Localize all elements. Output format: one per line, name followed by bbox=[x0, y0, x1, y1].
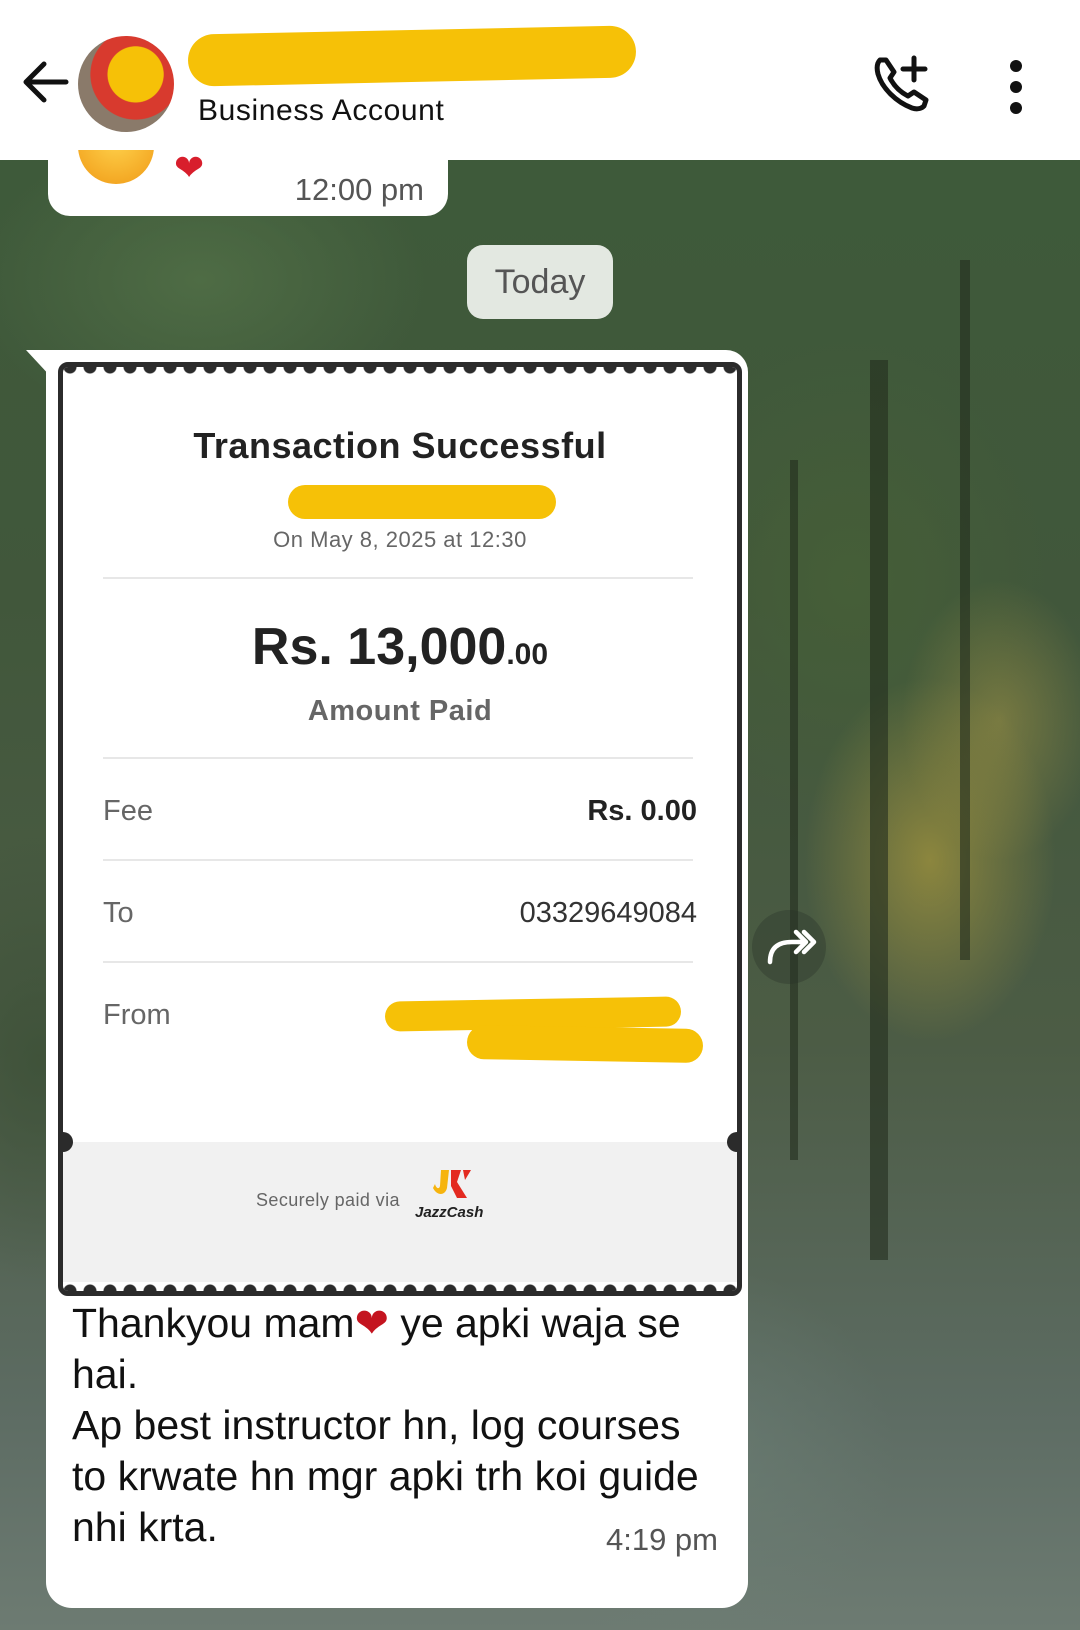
divider bbox=[103, 859, 693, 861]
divider bbox=[103, 577, 693, 579]
previous-message-bubble[interactable]: ❤ 12:00 pm bbox=[48, 150, 448, 216]
fee-label: Fee bbox=[103, 795, 153, 827]
forward-icon bbox=[767, 929, 817, 965]
receipt-image[interactable]: Transaction Successful On May 8, 2025 at… bbox=[58, 362, 742, 1296]
add-call-icon bbox=[874, 55, 929, 112]
contact-subtitle: Business Account bbox=[198, 94, 445, 127]
sender-number-redacted bbox=[466, 1024, 704, 1064]
divider bbox=[103, 757, 693, 759]
back-arrow-icon bbox=[23, 61, 69, 103]
tree-trunk bbox=[870, 360, 888, 1260]
transaction-id-redacted bbox=[288, 485, 556, 519]
amount-paid-value: Rs. 13,000.00 bbox=[251, 618, 549, 676]
receipt-title: Transaction Successful bbox=[193, 425, 607, 466]
to-value: 03329649084 bbox=[519, 897, 697, 929]
tree-trunk bbox=[960, 260, 970, 960]
more-options-button[interactable] bbox=[998, 52, 1038, 122]
message-time: 12:00 pm bbox=[294, 172, 424, 207]
jazzcash-brand-text: JazzCash bbox=[415, 1204, 484, 1221]
receipt-scallop-edge bbox=[63, 367, 737, 381]
divider bbox=[103, 961, 693, 963]
receipt-notch bbox=[727, 1132, 737, 1152]
message-caption: Thankyou mam❤ ye apki waja se hai. Ap bes… bbox=[72, 1300, 699, 1550]
jazzcash-logo: JazzCash bbox=[415, 1166, 487, 1226]
message-time: 4:19 pm bbox=[605, 1522, 718, 1557]
date-separator: Today bbox=[467, 245, 613, 319]
jazzcash-mark-icon bbox=[433, 1170, 471, 1198]
chat-header: Business Account bbox=[0, 0, 1080, 160]
forward-button[interactable] bbox=[752, 910, 826, 984]
tree-trunk bbox=[790, 460, 798, 1160]
amount-paid-label: Amount Paid bbox=[307, 695, 493, 727]
to-label: To bbox=[103, 897, 134, 929]
back-button[interactable] bbox=[18, 52, 78, 112]
receipt-date: On May 8, 2025 at 12:30 bbox=[273, 527, 527, 552]
contact-name-redacted[interactable] bbox=[187, 25, 637, 87]
heart-emoji: ❤ bbox=[354, 1300, 389, 1346]
smiling-face-emoji bbox=[78, 150, 154, 184]
receipt-scallop-edge bbox=[63, 1277, 737, 1291]
image-message-bubble[interactable]: Transaction Successful On May 8, 2025 at… bbox=[46, 350, 748, 1608]
secure-payment-text: Securely paid via bbox=[256, 1190, 400, 1210]
heart-emoji: ❤ bbox=[174, 150, 205, 188]
receipt-footer: Securely paid via JazzCash bbox=[63, 1142, 737, 1282]
add-call-button[interactable] bbox=[868, 50, 938, 120]
fee-value: Rs. 0.00 bbox=[587, 795, 697, 827]
contact-avatar[interactable] bbox=[78, 36, 174, 132]
from-label: From bbox=[103, 999, 171, 1031]
